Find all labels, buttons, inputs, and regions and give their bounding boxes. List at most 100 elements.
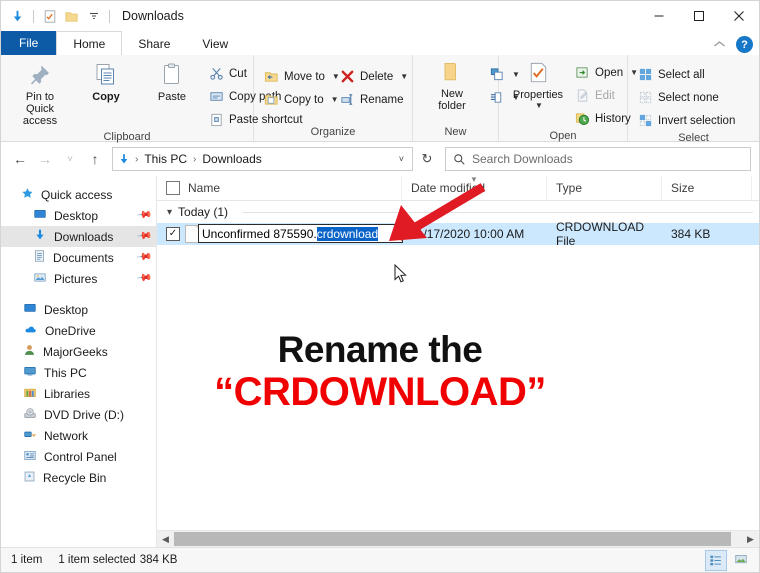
sidebar-item-control-panel[interactable]: Control Panel: [1, 446, 156, 467]
sidebar-item-pictures[interactable]: Pictures 📌: [1, 268, 156, 289]
sidebar-item-quick-access[interactable]: Quick access: [1, 184, 156, 205]
scroll-left-icon[interactable]: ◀: [157, 531, 174, 547]
ribbon-group-clipboard: Pin to Quick access Copy Paste Cut Copy …: [1, 55, 303, 143]
breadcrumb-separator: ›: [193, 153, 197, 165]
move-to-button[interactable]: Move to ▼: [260, 65, 340, 88]
maximize-button[interactable]: [679, 1, 719, 31]
libraries-icon: [23, 386, 37, 402]
pin-icon[interactable]: 📌: [135, 249, 152, 265]
invert-selection-label: Invert selection: [658, 114, 736, 127]
pin-to-quick-access-button[interactable]: Pin to Quick access: [7, 60, 73, 129]
copy-to-button[interactable]: Copy to ▼: [260, 88, 339, 111]
rename-input[interactable]: Unconfirmed 875590. crdownload: [198, 224, 403, 243]
column-header-name[interactable]: Name: [157, 176, 402, 200]
sidebar-label: Network: [44, 428, 89, 443]
open-group-label: Open: [549, 130, 577, 142]
forward-button[interactable]: →: [34, 148, 56, 170]
sidebar-item-network[interactable]: Network: [1, 425, 156, 446]
address-bar[interactable]: › This PC › Downloads ˅: [112, 147, 413, 171]
recent-locations-button[interactable]: ˅: [59, 148, 81, 170]
collapse-ribbon-icon[interactable]: [713, 38, 726, 52]
edit-icon: [575, 88, 590, 103]
close-button[interactable]: [719, 1, 759, 31]
new-folder-icon[interactable]: [63, 8, 80, 25]
large-icons-view-button[interactable]: [731, 550, 751, 569]
row-checkbox[interactable]: ✓: [166, 227, 180, 241]
details-view-button[interactable]: [705, 550, 727, 571]
breadcrumb-this-pc[interactable]: This PC: [142, 152, 189, 166]
history-icon: [575, 111, 590, 126]
column-header-date-modified[interactable]: ▼ Date modified: [402, 175, 547, 200]
ribbon-right-controls: ?: [713, 36, 753, 53]
properties-button[interactable]: Properties ▼: [505, 59, 571, 112]
customize-chevron-icon[interactable]: [85, 8, 102, 25]
search-input[interactable]: Search Downloads: [472, 152, 573, 166]
address-dropdown-icon[interactable]: ˅: [399, 154, 408, 164]
network-icon: [23, 428, 37, 444]
sidebar-item-desktop-tree[interactable]: Desktop: [1, 299, 156, 320]
invert-selection-button[interactable]: Invert selection: [634, 109, 739, 132]
window-title: Downloads: [122, 9, 184, 23]
sidebar-label: Desktop: [54, 208, 99, 223]
select-none-button[interactable]: Select none: [634, 86, 739, 109]
scroll-track[interactable]: [174, 531, 742, 547]
properties-icon[interactable]: [41, 8, 58, 25]
chevron-down-icon[interactable]: ▼: [400, 72, 408, 81]
select-all-button[interactable]: Select all: [634, 63, 739, 86]
sidebar-item-recycle-bin[interactable]: Recycle Bin: [1, 467, 156, 488]
column-header-type[interactable]: Type: [547, 176, 662, 200]
ribbon-group-open: Properties ▼ Open ▼ Edit History Open: [499, 55, 638, 142]
rename-button[interactable]: Rename: [336, 88, 412, 111]
table-row[interactable]: ✓ 11/17/2020 10:00 AM CRDOWNLOAD File 38…: [157, 220, 759, 248]
tab-view[interactable]: View: [186, 32, 244, 55]
sidebar-item-onedrive[interactable]: OneDrive: [1, 320, 156, 341]
sidebar-item-desktop[interactable]: Desktop 📌: [1, 205, 156, 226]
chevron-down-icon[interactable]: ▾: [167, 207, 172, 218]
refresh-button[interactable]: ↻: [416, 148, 438, 170]
sidebar-item-dvd-drive[interactable]: DVD Drive (D:): [1, 404, 156, 425]
column-header-size[interactable]: Size: [662, 176, 752, 200]
sidebar-item-downloads[interactable]: Downloads 📌: [1, 226, 156, 247]
delete-button[interactable]: Delete ▼: [336, 65, 412, 88]
quick-access-toolbar: [1, 8, 112, 25]
view-buttons: [705, 550, 751, 571]
sidebar-item-majorgeeks[interactable]: MajorGeeks: [1, 341, 156, 362]
sidebar-item-libraries[interactable]: Libraries: [1, 383, 156, 404]
horizontal-scrollbar[interactable]: ◀ ▶: [157, 530, 759, 547]
tab-home[interactable]: Home: [56, 31, 123, 55]
scroll-thumb[interactable]: [174, 532, 731, 546]
chevron-down-icon[interactable]: ▼: [535, 101, 543, 110]
up-button[interactable]: ↑: [84, 148, 106, 170]
column-header-size-label: Size: [671, 181, 695, 195]
pin-icon[interactable]: 📌: [135, 270, 152, 286]
breadcrumb-downloads[interactable]: Downloads: [200, 152, 263, 166]
pin-icon[interactable]: 📌: [135, 228, 152, 244]
help-icon[interactable]: ?: [736, 36, 753, 53]
desktop-icon: [33, 208, 47, 224]
downloads-arrow-icon[interactable]: [9, 8, 26, 25]
open-icon: [575, 65, 590, 80]
select-group-label: Select: [678, 132, 709, 144]
tab-file[interactable]: File: [1, 31, 57, 55]
group-header-today[interactable]: ▾ Today (1): [157, 201, 759, 223]
tab-share[interactable]: Share: [122, 32, 186, 55]
select-all-icon: [638, 67, 653, 82]
new-folder-button[interactable]: New folder: [419, 59, 485, 114]
column-header-type-label: Type: [556, 181, 583, 195]
sidebar-item-documents[interactable]: Documents 📌: [1, 247, 156, 268]
search-box[interactable]: Search Downloads: [445, 147, 751, 171]
sidebar-label: Pictures: [54, 271, 98, 286]
group-header-label: Today (1): [178, 205, 229, 219]
pin-icon[interactable]: 📌: [135, 207, 152, 223]
minimize-button[interactable]: [639, 1, 679, 31]
status-item-count: 1 item: [11, 554, 43, 566]
back-button[interactable]: ←: [9, 148, 31, 170]
history-label: History: [595, 112, 631, 125]
file-list: ▾ Today (1) ✓ 11/17/2020 10:00 AM CRDOWN…: [157, 201, 759, 530]
scroll-right-icon[interactable]: ▶: [742, 531, 759, 547]
select-all-checkbox[interactable]: [166, 181, 180, 195]
sidebar-item-this-pc[interactable]: This PC: [1, 362, 156, 383]
downloads-arrow-icon: [117, 152, 131, 166]
paste-button[interactable]: Paste: [139, 60, 205, 105]
copy-button[interactable]: Copy: [73, 60, 139, 105]
